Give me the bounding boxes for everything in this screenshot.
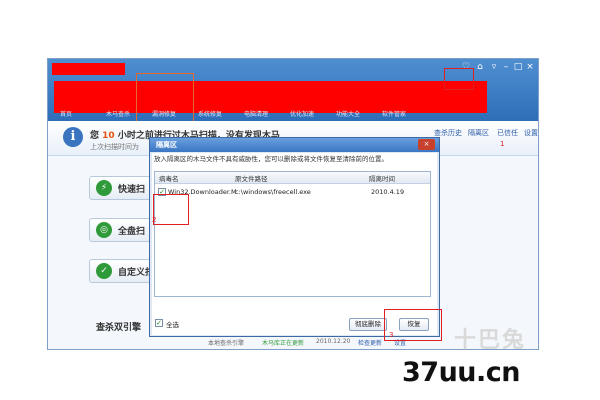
- hours-count: 10: [102, 131, 115, 141]
- full-scan-label: 全盘扫: [118, 227, 146, 237]
- nav-tools[interactable]: 功能大全: [336, 109, 360, 118]
- nav-trojan-scan[interactable]: 木马查杀: [106, 109, 130, 118]
- col-original-path[interactable]: 原文件路径: [235, 173, 268, 183]
- quick-scan-label: 快速扫: [118, 185, 146, 195]
- last-scan-text: 上次扫描时间为: [90, 143, 139, 151]
- check-update-link[interactable]: 检查更新: [358, 338, 382, 347]
- quarantine-table: 病毒名 原文件路径 隔离时间 ✓ Win32.Downloader.M c:\w…: [154, 171, 431, 297]
- home-icon[interactable]: ⌂: [474, 62, 486, 72]
- nav-home[interactable]: 首页: [60, 109, 72, 118]
- nav-software[interactable]: 软件管家: [382, 109, 406, 118]
- dialog-close-button[interactable]: ×: [418, 139, 435, 150]
- engine-label: 本地查杀引擎: [208, 340, 245, 347]
- select-all-checkbox[interactable]: ✓: [155, 319, 163, 327]
- annotation-box-checkbox: [153, 194, 189, 225]
- minimize-button[interactable]: –: [500, 62, 512, 72]
- menu-icon[interactable]: ▿: [488, 62, 500, 72]
- active-tab-highlight: [136, 73, 194, 123]
- dialog-title-bar: 隔离区 ×: [150, 138, 439, 152]
- dialog-title: 隔离区: [156, 141, 177, 149]
- col-quarantine-time[interactable]: 隔离时间: [369, 173, 395, 183]
- faint-watermark: 十巴兔: [454, 328, 527, 353]
- col-virus-name[interactable]: 病毒名: [159, 173, 179, 183]
- redacted-title: [52, 63, 125, 75]
- close-button[interactable]: ×: [524, 62, 536, 72]
- check-icon: ✓: [96, 263, 112, 279]
- nav-optimize[interactable]: 优化加速: [290, 109, 314, 118]
- annotation-mark-2: 2: [152, 216, 157, 224]
- nav-cleanup[interactable]: 电脑清理: [244, 109, 268, 118]
- dual-engine-heading: 查杀双引擎: [96, 323, 142, 333]
- annotation-mark-3: 3: [389, 331, 394, 339]
- delete-permanently-button[interactable]: 彻底删除: [349, 318, 387, 331]
- quarantine-link[interactable]: 隔离区: [468, 128, 489, 138]
- table-header: 病毒名 原文件路径 隔离时间: [155, 172, 430, 184]
- update-date: 2010.12.20: [316, 338, 351, 345]
- disk-icon: ◎: [96, 222, 112, 238]
- row-time: 2010.4.19: [371, 188, 405, 196]
- annotation-box-trusted: [444, 68, 474, 90]
- update-status: 木马库正在更新: [262, 340, 305, 347]
- quarantine-dialog: 隔离区 × 放入隔离区的木马文件不具有威胁性，您可以删除或将文件恢复至清除前的位…: [149, 137, 440, 337]
- site-watermark: 37uu.cn: [402, 357, 521, 388]
- info-icon: i: [63, 127, 83, 147]
- trusted-link[interactable]: 已信任: [497, 128, 518, 138]
- settings-link[interactable]: 设置: [524, 128, 538, 138]
- nav-system-repair[interactable]: 系统修复: [198, 109, 222, 118]
- select-all-label: 全选: [166, 321, 179, 329]
- maximize-button[interactable]: □: [512, 62, 524, 72]
- dialog-description: 放入隔离区的木马文件不具有威胁性，您可以删除或将文件恢复至清除前的位置。: [154, 155, 388, 163]
- row-path: c:\windows\freecell.exe: [235, 188, 311, 196]
- table-row[interactable]: ✓ Win32.Downloader.M c:\windows\freecell…: [155, 186, 430, 198]
- lightning-icon: ⚡: [96, 180, 112, 196]
- annotation-mark-1: 1: [500, 140, 505, 148]
